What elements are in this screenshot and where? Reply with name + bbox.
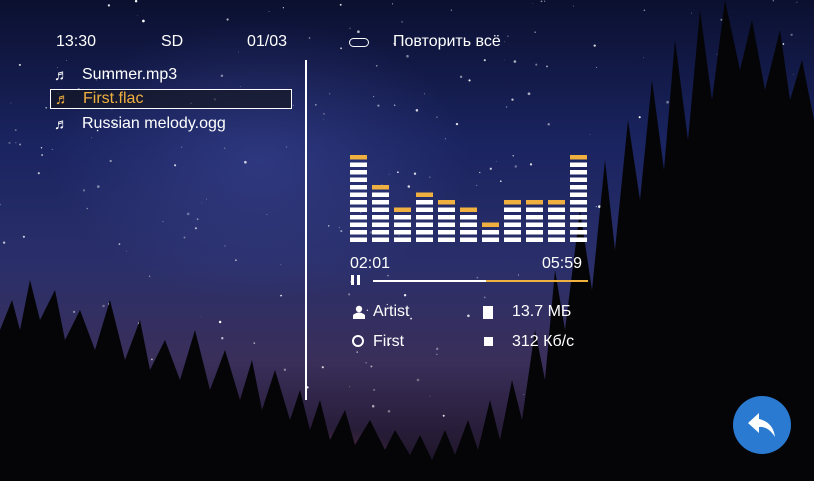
eq-segment (394, 230, 411, 235)
artist-icon (353, 305, 365, 319)
equalizer-visualizer (350, 155, 587, 242)
eq-segment (372, 200, 389, 205)
eq-peak (548, 200, 565, 205)
eq-segment (350, 177, 367, 182)
eq-segment (350, 200, 367, 205)
eq-segment (570, 207, 587, 212)
track-title: First (373, 333, 405, 350)
eq-peak (504, 200, 521, 205)
eq-segment (526, 230, 543, 235)
eq-segment (548, 230, 565, 235)
eq-segment (438, 222, 455, 227)
eq-peak (394, 207, 411, 212)
eq-segment (526, 207, 543, 212)
eq-segment (548, 215, 565, 220)
file-icon (483, 306, 493, 319)
back-arrow-icon (748, 413, 775, 437)
eq-segment (372, 230, 389, 235)
progress-played[interactable] (373, 280, 486, 282)
eq-segment (504, 237, 521, 242)
eq-segment (350, 230, 367, 235)
file-size: 13.7 МБ (512, 303, 572, 320)
eq-segment (416, 222, 433, 227)
eq-segment (394, 237, 411, 242)
eq-segment (416, 237, 433, 242)
eq-segment (570, 185, 587, 190)
disc-icon (352, 335, 364, 347)
eq-peak (416, 192, 433, 197)
eq-segment (350, 237, 367, 242)
eq-segment (350, 207, 367, 212)
eq-peak (372, 185, 389, 190)
eq-segment (438, 215, 455, 220)
eq-segment (350, 162, 367, 167)
eq-segment (548, 222, 565, 227)
eq-segment (460, 230, 477, 235)
pause-button[interactable] (351, 275, 361, 285)
eq-segment (460, 222, 477, 227)
eq-segment (372, 222, 389, 227)
eq-segment (504, 207, 521, 212)
eq-segment (372, 215, 389, 220)
eq-segment (504, 222, 521, 227)
bitrate-icon (484, 337, 493, 346)
eq-segment (438, 207, 455, 212)
eq-segment (394, 222, 411, 227)
eq-segment (416, 200, 433, 205)
back-button[interactable] (733, 396, 791, 454)
eq-segment (416, 207, 433, 212)
eq-peak (570, 155, 587, 160)
eq-segment (570, 200, 587, 205)
eq-segment (416, 230, 433, 235)
eq-segment (570, 170, 587, 175)
artist-name: Artist (373, 303, 410, 320)
eq-peak (460, 207, 477, 212)
eq-peak (482, 222, 499, 227)
bitrate: 312 Кб/с (512, 333, 575, 350)
eq-segment (438, 237, 455, 242)
eq-segment (350, 170, 367, 175)
progress-remaining[interactable] (486, 280, 588, 282)
elapsed-time: 02:01 (350, 255, 391, 272)
media-player-screen: 13:30 SD 01/03 Повторить всё ♬ Summer.mp… (0, 0, 814, 481)
eq-segment (570, 237, 587, 242)
eq-segment (372, 192, 389, 197)
eq-segment (372, 207, 389, 212)
eq-segment (504, 215, 521, 220)
eq-segment (570, 215, 587, 220)
eq-peak (526, 200, 543, 205)
eq-segment (570, 222, 587, 227)
eq-segment (394, 215, 411, 220)
eq-segment (526, 237, 543, 242)
eq-segment (570, 230, 587, 235)
eq-peak (350, 155, 367, 160)
eq-segment (416, 215, 433, 220)
eq-segment (460, 237, 477, 242)
eq-segment (372, 237, 389, 242)
eq-segment (570, 177, 587, 182)
eq-peak (438, 200, 455, 205)
eq-segment (350, 192, 367, 197)
eq-segment (570, 162, 587, 167)
eq-segment (350, 215, 367, 220)
eq-segment (570, 192, 587, 197)
total-time: 05:59 (542, 255, 583, 272)
eq-segment (482, 230, 499, 235)
eq-segment (526, 215, 543, 220)
eq-segment (350, 222, 367, 227)
eq-segment (526, 222, 543, 227)
eq-segment (548, 237, 565, 242)
eq-segment (350, 185, 367, 190)
eq-segment (438, 230, 455, 235)
eq-segment (460, 215, 477, 220)
eq-segment (504, 230, 521, 235)
eq-segment (482, 237, 499, 242)
eq-segment (548, 207, 565, 212)
